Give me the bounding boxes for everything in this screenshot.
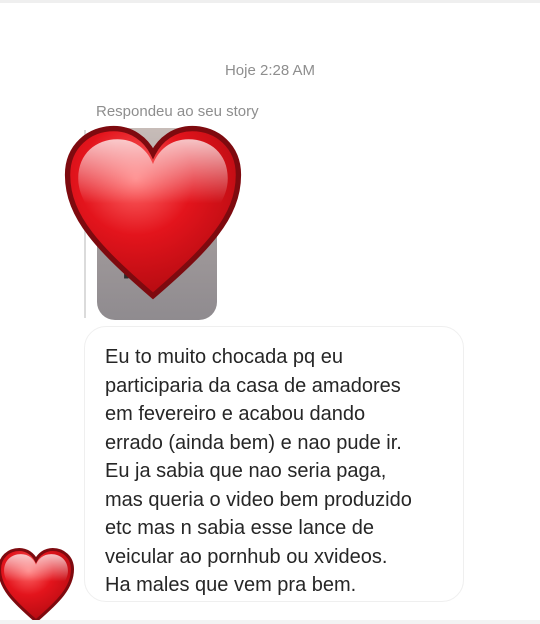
- heart-like-icon[interactable]: [0, 548, 74, 624]
- message-timestamp: Hoje 2:28 AM: [224, 62, 316, 79]
- message-bubble[interactable]: Eu to muito chocada pq eu participaria d…: [84, 326, 464, 602]
- message-text: Eu to muito chocada pq eu participaria d…: [105, 346, 412, 596]
- heart-reaction-icon: [64, 125, 242, 300]
- story-reply-label: Respondeu ao seu story: [96, 103, 259, 120]
- top-divider: [0, 0, 540, 3]
- bottom-divider: [0, 620, 540, 624]
